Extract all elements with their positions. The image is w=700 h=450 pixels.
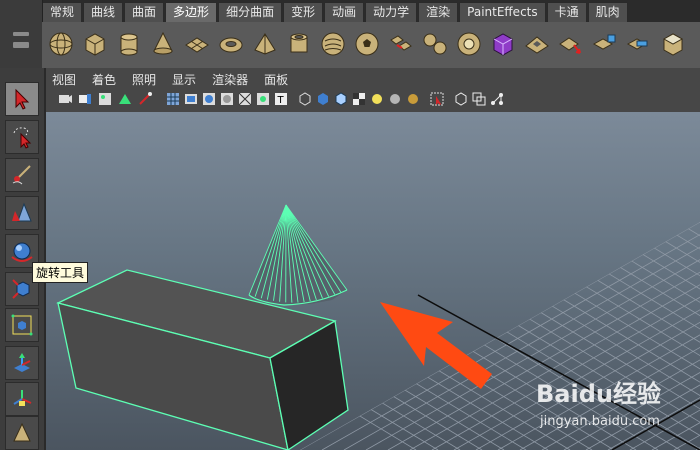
tab-curves[interactable]: 曲线 — [83, 2, 124, 22]
menu-renderer[interactable]: 渲染器 — [212, 72, 248, 88]
all-lights-icon[interactable] — [370, 92, 384, 106]
panel-icon-row: T — [58, 92, 698, 108]
pyramid-icon[interactable] — [250, 27, 280, 61]
xray-joints-icon[interactable] — [472, 92, 486, 106]
show-manipulator[interactable] — [5, 382, 39, 416]
default-light-icon[interactable] — [388, 92, 402, 106]
panel-menu: 视图 着色 照明 显示 渲染器 面板 — [52, 72, 304, 88]
resolution-gate-icon[interactable] — [202, 92, 216, 106]
toolbox — [0, 68, 46, 450]
shelf-tab-bar: 常规 曲线 曲面 多边形 细分曲面 变形 动画 动力学 渲染 PaintEffe… — [0, 0, 700, 22]
menu-shading[interactable]: 着色 — [92, 72, 116, 88]
soft-mod-icon — [14, 353, 31, 372]
tab-dynamics[interactable]: 动力学 — [365, 2, 418, 22]
camera-bookmark-icon[interactable] — [78, 92, 92, 106]
textured-icon[interactable] — [352, 92, 366, 106]
grease-pencil-icon[interactable] — [138, 92, 152, 106]
tab-toon[interactable]: 卡通 — [546, 2, 587, 22]
scale-cube-icon — [12, 279, 30, 299]
backface-icon[interactable] — [490, 92, 504, 106]
field-chart-icon[interactable] — [238, 92, 252, 106]
lasso-tool[interactable] — [5, 120, 39, 154]
annotation-arrow — [380, 302, 492, 389]
tab-subdiv[interactable]: 细分曲面 — [218, 2, 283, 22]
tab-deformation[interactable]: 变形 — [283, 2, 324, 22]
menu-show[interactable]: 显示 — [172, 72, 196, 88]
select-tool[interactable] — [5, 82, 39, 116]
rotate-tool-tooltip: 旋转工具 — [32, 262, 89, 283]
isolate-select-icon[interactable] — [430, 92, 444, 106]
film-gate-icon[interactable] — [184, 92, 198, 106]
rotate-sphere-icon — [11, 242, 33, 262]
cone-icon[interactable] — [148, 27, 178, 61]
tab-surfaces[interactable]: 曲面 — [124, 2, 165, 22]
watermark-url: jingyan.baidu.com — [540, 414, 660, 429]
menu-panels[interactable]: 面板 — [264, 72, 288, 88]
paint-select-tool[interactable] — [5, 158, 39, 192]
soccer-ball-icon[interactable] — [352, 27, 382, 61]
separate-icon[interactable] — [420, 27, 450, 61]
shelf-grip-bar — [13, 42, 29, 48]
tab-muscle[interactable]: 肌肉 — [587, 2, 628, 22]
split-icon[interactable] — [658, 27, 688, 61]
smooth-icon[interactable] — [488, 27, 518, 61]
baidu-jingyan-logo: Baidu经验 — [536, 380, 661, 408]
shelf-menu-grip[interactable] — [0, 0, 43, 68]
shelf-icon-row — [42, 22, 700, 69]
panel-toolbar: 视图 着色 照明 显示 渲染器 面板 T — [46, 68, 700, 112]
shelf-grip-bar — [13, 32, 29, 36]
shadows-icon[interactable] — [406, 92, 420, 106]
grid-icon[interactable] — [166, 92, 180, 106]
image-plane-icon[interactable] — [98, 92, 112, 106]
safe-title-icon[interactable]: T — [274, 92, 288, 106]
tab-painteffects[interactable]: PaintEffects — [459, 2, 546, 22]
cone-object[interactable] — [248, 204, 348, 306]
helix-icon[interactable] — [318, 27, 348, 61]
pipe-icon[interactable] — [284, 27, 314, 61]
last-used-tool[interactable] — [5, 416, 39, 450]
cylinder-icon[interactable] — [114, 27, 144, 61]
cone-tool-icon — [13, 422, 31, 442]
cube-icon[interactable] — [80, 27, 110, 61]
manipulator-cube-icon — [11, 314, 33, 336]
two-d-pan-icon[interactable] — [118, 92, 132, 106]
lasso-icon — [13, 127, 32, 149]
wireframe-icon[interactable] — [298, 92, 312, 106]
arrow-cursor-icon — [15, 88, 30, 110]
extract-icon[interactable] — [454, 27, 484, 61]
tab-polygons[interactable]: 多边形 — [165, 2, 218, 22]
bridge-icon[interactable] — [590, 27, 620, 61]
axis-manipulator-icon — [13, 390, 32, 406]
safe-action-icon[interactable] — [256, 92, 270, 106]
soft-mod-tool[interactable] — [5, 346, 39, 380]
sphere-icon[interactable] — [46, 27, 76, 61]
shelf-tab-row: 常规 曲线 曲面 多边形 细分曲面 变形 动画 动力学 渲染 PaintEffe… — [42, 2, 629, 22]
menu-lighting[interactable]: 照明 — [132, 72, 156, 88]
smooth-shade-icon[interactable] — [316, 92, 330, 106]
universal-manipulator[interactable] — [5, 308, 39, 342]
move-tool[interactable] — [5, 196, 39, 230]
extrude-icon[interactable] — [556, 27, 586, 61]
boolean-icon[interactable] — [522, 27, 552, 61]
brush-icon — [12, 165, 31, 185]
torus-icon[interactable] — [216, 27, 246, 61]
menu-view[interactable]: 视图 — [52, 72, 76, 88]
wireframe-on-shaded-icon[interactable] — [334, 92, 348, 106]
svg-text:T: T — [277, 95, 285, 106]
camera-attributes-icon[interactable] — [58, 92, 72, 106]
tab-animation[interactable]: 动画 — [324, 2, 365, 22]
move-cone-icon — [12, 202, 32, 222]
perspective-viewport[interactable]: Baidu经验 jingyan.baidu.com — [46, 112, 700, 450]
gate-mask-icon[interactable] — [220, 92, 234, 106]
combine-icon[interactable] — [386, 27, 416, 61]
xray-icon[interactable] — [454, 92, 468, 106]
tab-general[interactable]: 常规 — [42, 2, 83, 22]
tab-rendering[interactable]: 渲染 — [418, 2, 459, 22]
append-icon[interactable] — [624, 27, 654, 61]
plane-icon[interactable] — [182, 27, 212, 61]
